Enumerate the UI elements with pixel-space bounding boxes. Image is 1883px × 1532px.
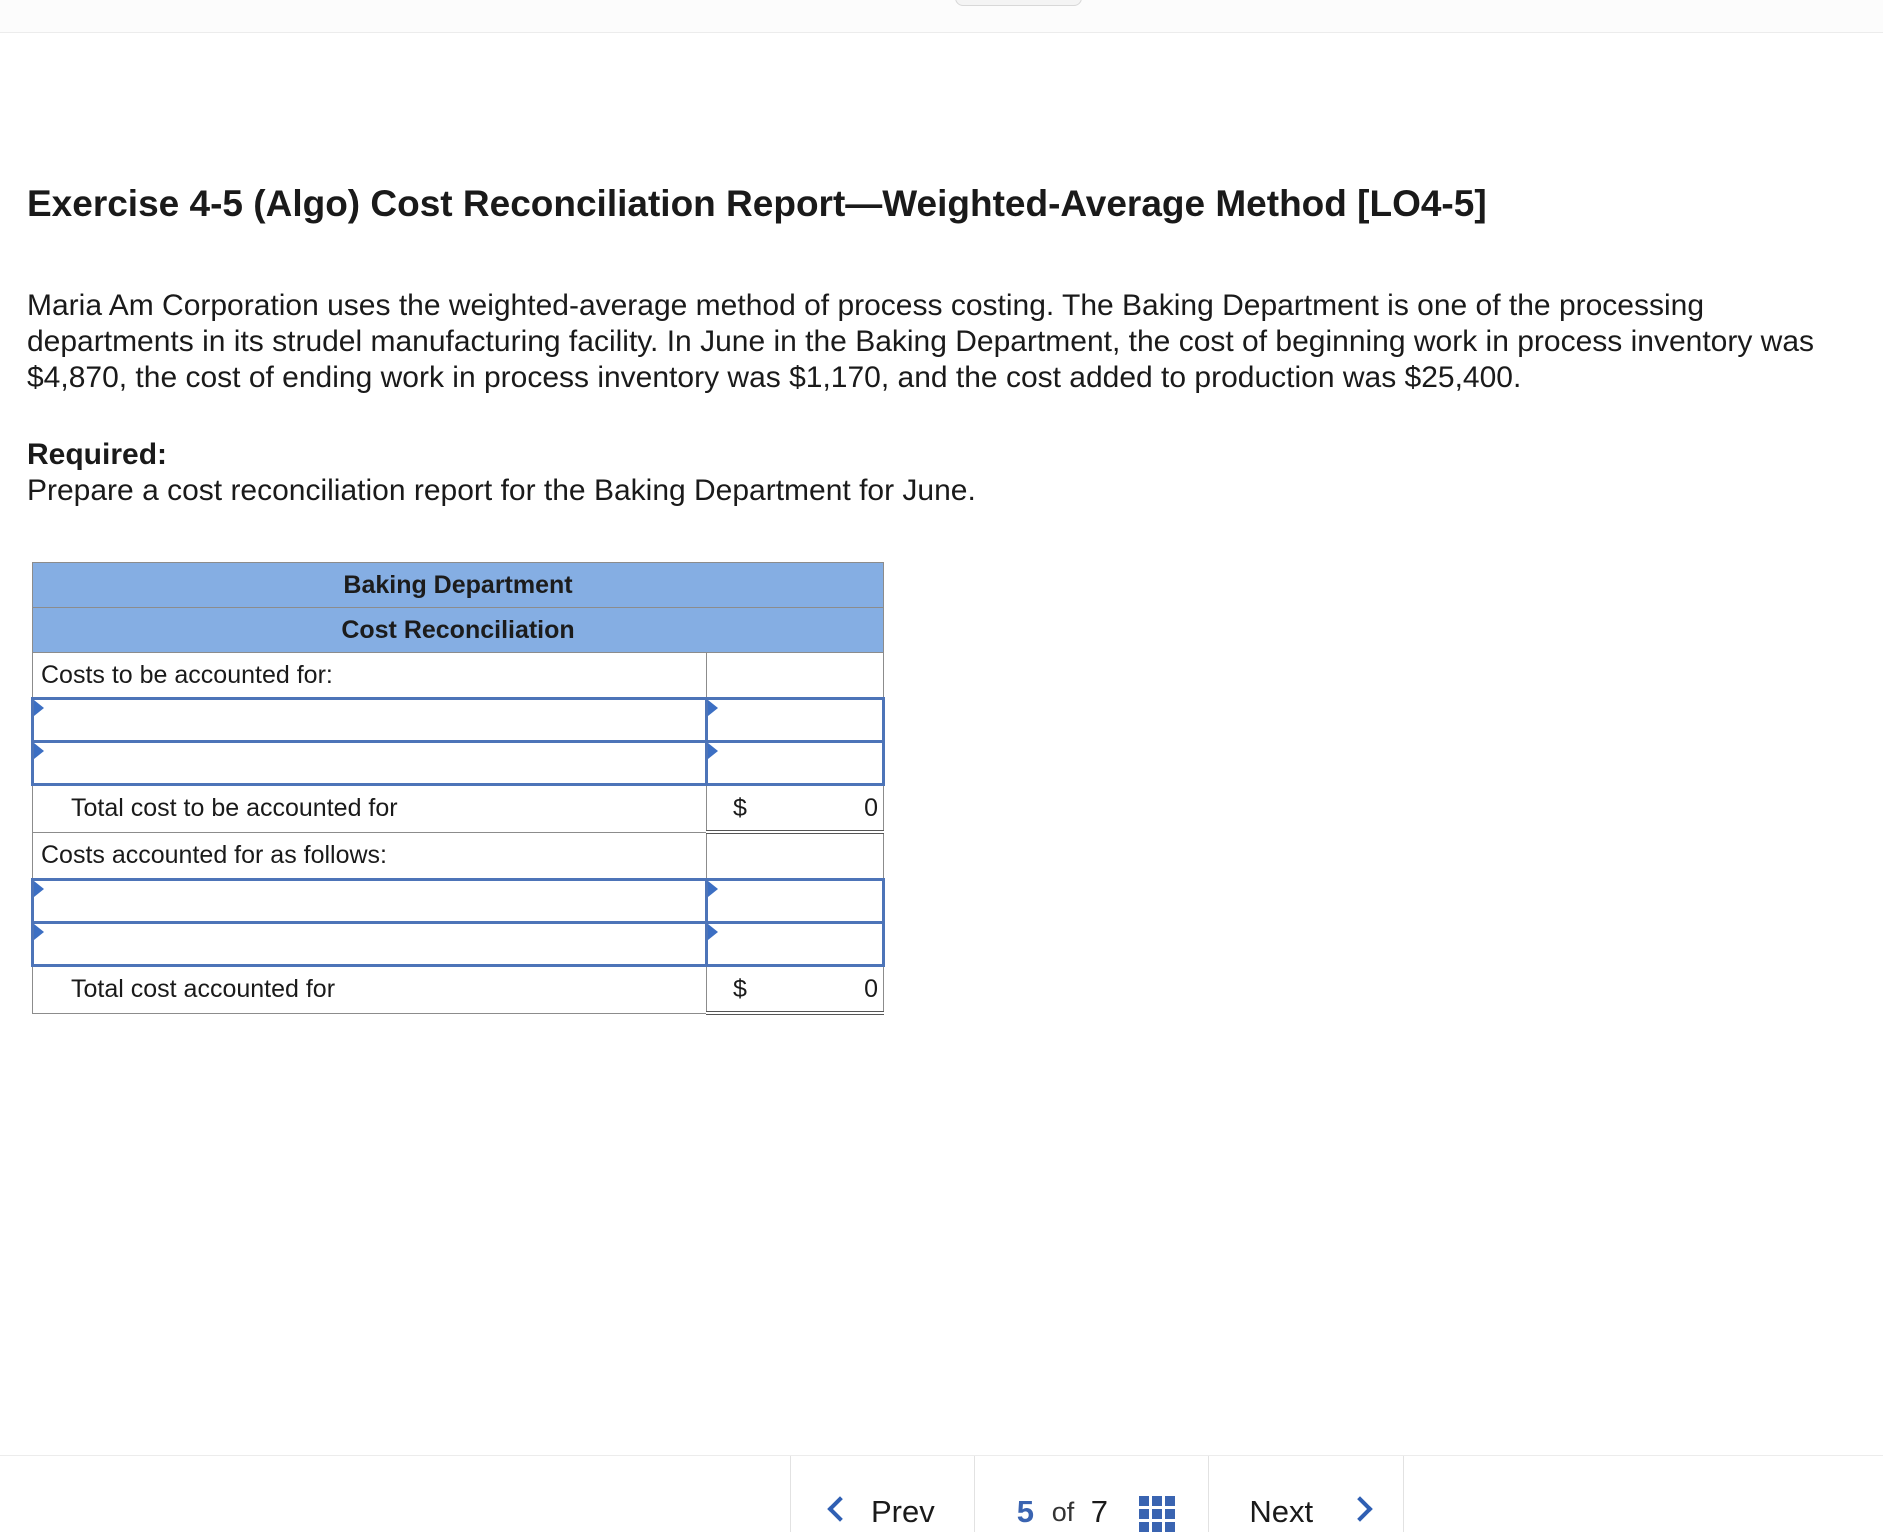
cost-reconciliation-table: Baking Department Cost Reconciliation Co… (31, 562, 885, 1015)
grid-icon[interactable] (1138, 1496, 1175, 1532)
label-input-cell (31, 878, 708, 924)
prev-button[interactable]: Prev (791, 1456, 975, 1532)
top-tab-handle[interactable] (955, 0, 1082, 6)
input-row (31, 740, 885, 786)
total-pages: 7 (1090, 1494, 1108, 1529)
input-row (31, 921, 885, 967)
label-input-cell (31, 921, 708, 967)
input-row (31, 878, 885, 924)
amount-input-cell (705, 878, 885, 924)
total-to-account-cell: $ 0 (706, 784, 884, 834)
department-header: Baking Department (32, 562, 884, 608)
label-input-cell (31, 740, 708, 786)
page-counter: 5 of 7 (975, 1456, 1210, 1532)
exercise-title: Exercise 4-5 (Algo) Cost Reconciliation … (27, 183, 1487, 224)
total-accounted-value: 0 (864, 975, 878, 1003)
footer-bar: Prev 5 of 7 Next (0, 1455, 1883, 1532)
input-row (31, 697, 885, 743)
total-accounted-label: Total cost accounted for (32, 965, 707, 1014)
total-to-account-label: Total cost to be accounted for (32, 784, 707, 833)
required-text: Prepare a cost reconciliation report for… (27, 474, 976, 507)
cost-label-input-4[interactable] (34, 924, 705, 964)
costs-to-account-label: Costs to be accounted for: (32, 652, 707, 699)
report-header: Cost Reconciliation (32, 607, 884, 653)
prev-label: Prev (871, 1494, 935, 1529)
currency-symbol: $ (733, 794, 747, 822)
cost-amount-input-3[interactable] (708, 881, 882, 921)
section-row: Costs to be accounted for: (32, 652, 884, 699)
cost-label-input-1[interactable] (34, 700, 705, 740)
cost-amount-input-2[interactable] (708, 743, 882, 783)
currency-symbol: $ (733, 975, 747, 1003)
of-label: of (1051, 1497, 1075, 1527)
amount-input-cell (705, 697, 885, 743)
total-to-account-value: 0 (864, 794, 878, 822)
cost-label-input-2[interactable] (34, 743, 705, 783)
chevron-left-icon (827, 1496, 853, 1522)
top-bar (0, 0, 1883, 33)
amount-input-cell (705, 740, 885, 786)
header-row: Cost Reconciliation (32, 607, 884, 653)
required-label: Required: (27, 438, 168, 471)
empty-cell (706, 831, 884, 880)
next-label: Next (1249, 1494, 1314, 1529)
amount-input-cell (705, 921, 885, 967)
cost-label-input-3[interactable] (34, 881, 705, 921)
total-row: Total cost to be accounted for $ 0 (32, 784, 884, 834)
chevron-right-icon (1347, 1496, 1374, 1522)
current-page: 5 (1016, 1494, 1034, 1529)
empty-cell (706, 652, 884, 699)
header-row: Baking Department (32, 562, 884, 608)
problem-text: Maria Am Corporation uses the weighted-a… (27, 289, 1815, 394)
pagination: Prev 5 of 7 Next (790, 1456, 1404, 1532)
cost-amount-input-4[interactable] (708, 924, 882, 964)
total-accounted-cell: $ 0 (706, 965, 884, 1015)
cost-amount-input-1[interactable] (708, 700, 882, 740)
section-row: Costs accounted for as follows: (32, 831, 884, 880)
label-input-cell (31, 697, 708, 743)
next-button[interactable]: Next (1209, 1456, 1403, 1532)
total-row: Total cost accounted for $ 0 (32, 965, 884, 1015)
costs-accounted-label: Costs accounted for as follows: (32, 831, 707, 880)
